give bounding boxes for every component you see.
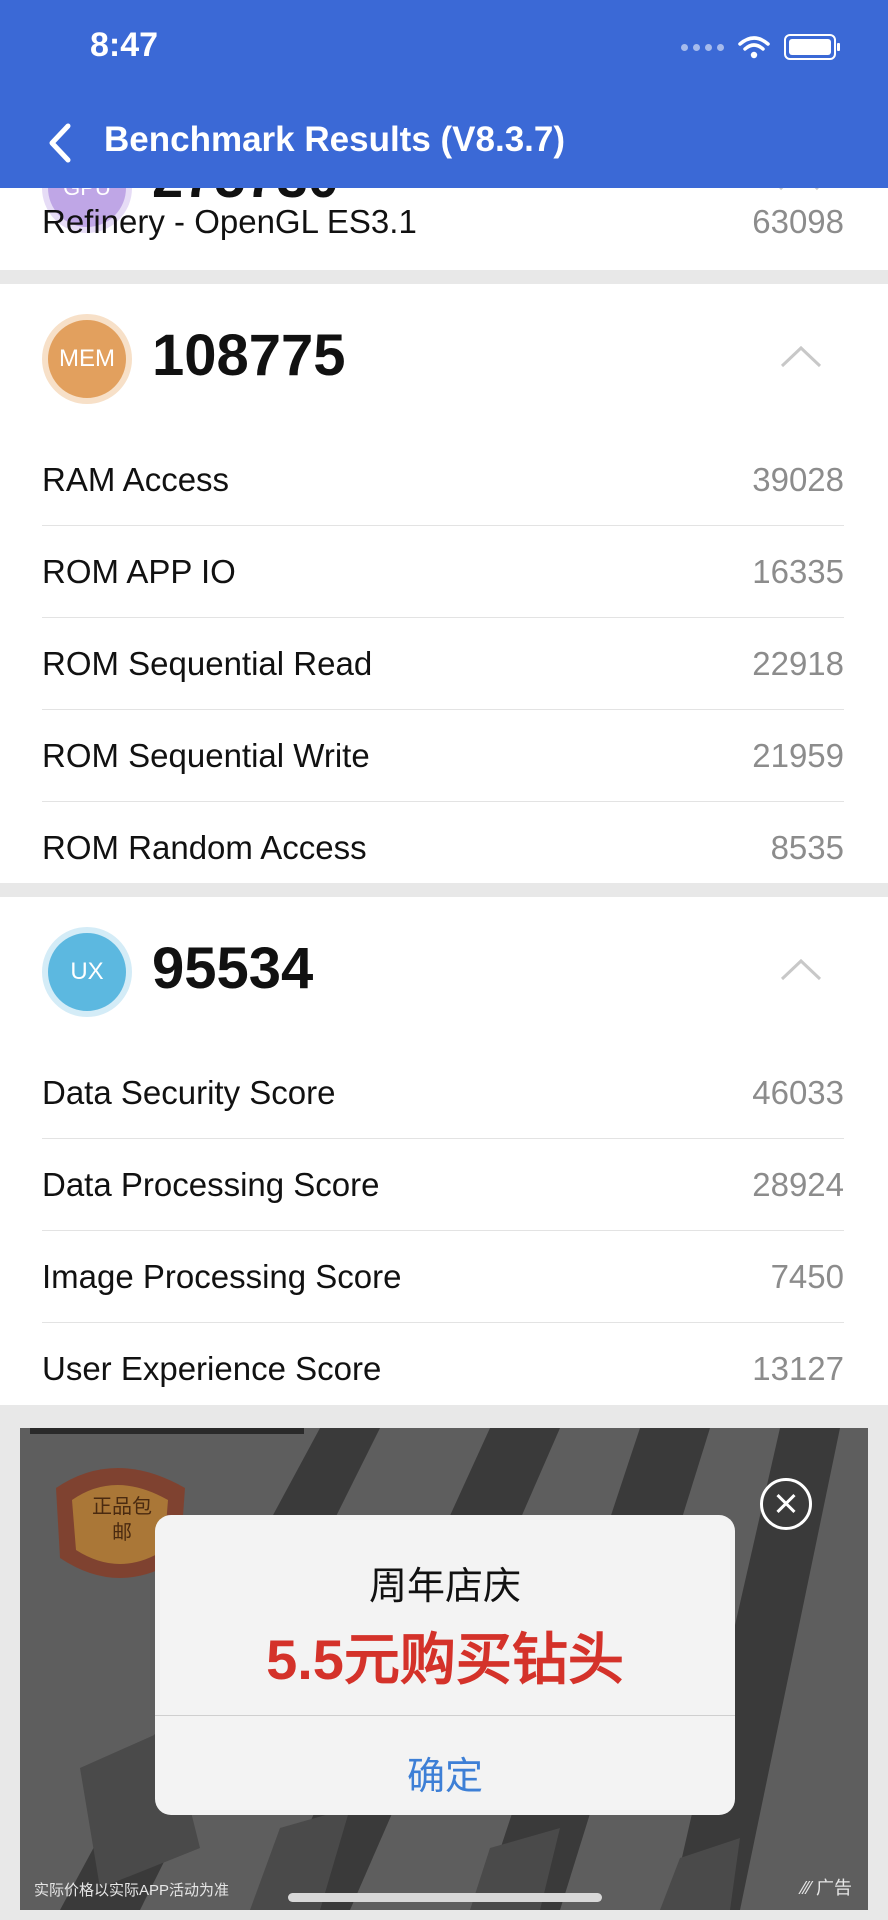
ux-section: UX 95534 Data Security Score 46033 Data P…	[0, 897, 888, 1414]
section-divider	[0, 270, 888, 284]
signal-icon	[681, 43, 724, 51]
home-indicator[interactable]	[288, 1893, 602, 1902]
mem-list: RAM Access 39028 ROM APP IO 16335 ROM Sequ…	[0, 434, 888, 893]
row-label: ROM Random Access	[42, 829, 367, 866]
row-value: 21959	[752, 737, 844, 774]
chevron-up-icon[interactable]	[780, 342, 822, 368]
ux-header[interactable]: UX 95534	[0, 897, 888, 1047]
row-value: 16335	[752, 553, 844, 590]
list-item[interactable]: ROM Sequential Read 22918	[42, 618, 844, 710]
list-item[interactable]: ROM Random Access 8535	[42, 802, 844, 893]
ux-score: 95534	[152, 936, 314, 1001]
row-label: Image Processing Score	[42, 1258, 402, 1295]
list-item[interactable]: Image Processing Score 7450	[42, 1231, 844, 1323]
row-value: 39028	[752, 461, 844, 498]
row-label: Data Security Score	[42, 1074, 336, 1111]
row-value: 7450	[770, 1258, 844, 1295]
promo-dialog: 周年店庆 5.5元购买钻头 确定	[155, 1515, 735, 1815]
list-item[interactable]: Data Processing Score 28924	[42, 1139, 844, 1231]
list-item[interactable]: ROM APP IO 16335	[42, 526, 844, 618]
chevron-up-icon[interactable]	[780, 955, 822, 981]
row-value: 8535	[770, 829, 844, 866]
back-icon[interactable]	[40, 118, 80, 168]
status-icons	[681, 34, 840, 60]
close-icon[interactable]	[760, 1478, 812, 1530]
navigation-bar: 8:47 Benchmark Results (V8.3.7)	[0, 0, 888, 188]
dialog-title: 周年店庆	[368, 1566, 521, 1608]
gpu-row-label: Refinery - OpenGL ES3.1	[42, 203, 417, 240]
row-label: Data Processing Score	[42, 1166, 380, 1203]
battery-icon	[784, 34, 840, 60]
row-value: 46033	[752, 1074, 844, 1111]
dialog-divider	[155, 1715, 735, 1716]
row-label: RAM Access	[42, 461, 230, 498]
row-label: ROM APP IO	[42, 553, 236, 590]
page-title: Benchmark Results (V8.3.7)	[104, 120, 566, 159]
section-divider	[0, 883, 888, 897]
list-item[interactable]: ROM Sequential Write 21959	[42, 710, 844, 802]
list-item[interactable]: Data Security Score 46033	[42, 1047, 844, 1139]
ad-logo-icon: ⁄⁄⁄	[801, 1878, 816, 1898]
mem-badge-label: MEM	[59, 345, 115, 372]
dialog-promo-text: 5.5元购买钻头	[266, 1628, 624, 1691]
row-label: ROM Sequential Read	[42, 645, 373, 682]
wifi-icon	[738, 36, 770, 59]
mem-score: 108775	[152, 323, 346, 388]
ad-label-text: 广告	[816, 1878, 852, 1898]
mem-section: MEM 108775 RAM Access 39028 ROM APP IO 163…	[0, 284, 888, 893]
mem-header[interactable]: MEM 108775	[0, 284, 888, 434]
ad-badge-text: 正品包邮	[92, 1496, 152, 1544]
ux-list: Data Security Score 46033 Data Processing…	[0, 1047, 888, 1414]
status-time: 8:47	[90, 26, 159, 64]
mem-badge: MEM	[42, 314, 132, 404]
row-value: 13127	[752, 1350, 844, 1387]
results-content: GPU 275730 Refinery - OpenGL ES3.1 63098…	[0, 0, 888, 1920]
ux-badge: UX	[42, 927, 132, 1017]
confirm-button[interactable]: 确定	[155, 1745, 735, 1800]
ad-label: ⁄⁄⁄ 广告	[802, 1874, 852, 1900]
row-label: ROM Sequential Write	[42, 737, 370, 774]
list-item[interactable]: User Experience Score 13127	[42, 1323, 844, 1414]
row-label: User Experience Score	[42, 1350, 382, 1387]
gpu-row-value: 63098	[752, 203, 844, 240]
ad-footnote: 实际价格以实际APP活动为准	[34, 1882, 230, 1899]
list-item[interactable]: RAM Access 39028	[42, 434, 844, 526]
ux-badge-label: UX	[70, 958, 104, 985]
row-value: 22918	[752, 645, 844, 682]
row-value: 28924	[752, 1166, 844, 1203]
